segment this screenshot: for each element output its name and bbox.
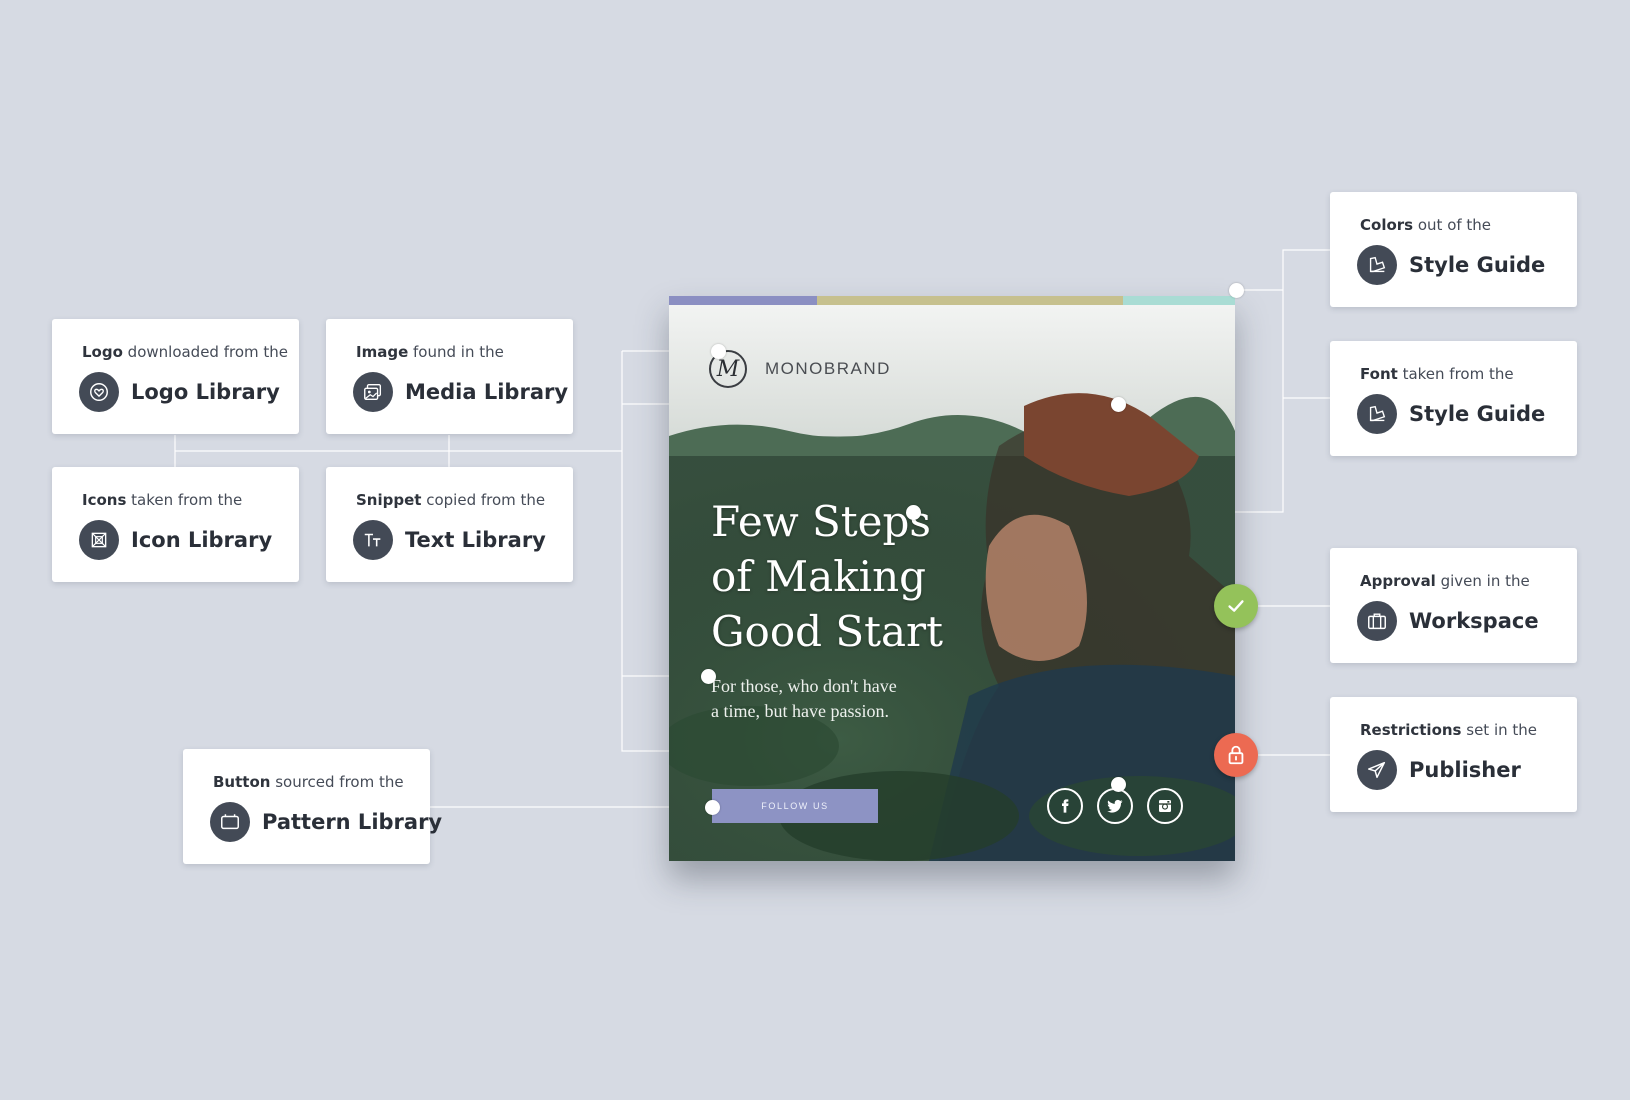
headline-line: of Making — [711, 552, 927, 601]
facebook-icon[interactable] — [1047, 788, 1083, 824]
style-guide-font-card[interactable]: Font taken from the Style Guide — [1330, 341, 1577, 456]
card-caption: sourced from the — [270, 773, 404, 791]
twitter-icon[interactable] — [1097, 788, 1133, 824]
card-title: Icon Library — [131, 528, 273, 552]
card-caption: given in the — [1435, 572, 1530, 590]
card-caption: out of the — [1413, 216, 1492, 234]
card-caption-bold: Button — [213, 773, 271, 791]
snippet-hotspot[interactable] — [701, 669, 716, 684]
heart-icon — [79, 372, 119, 412]
subline: For those, who don't have a time, but ha… — [711, 674, 971, 724]
colors-hotspot[interactable] — [1229, 283, 1244, 298]
card-caption: found in the — [408, 343, 504, 361]
subline-line: a time, but have passion. — [711, 701, 889, 721]
card-caption-bold: Icons — [82, 491, 127, 509]
window-icon — [210, 802, 250, 842]
icons-hotspot[interactable] — [1111, 777, 1126, 792]
card-caption-bold: Approval — [1360, 572, 1436, 590]
subline-line: For those, who don't have — [711, 676, 897, 696]
font-hotspot[interactable] — [906, 505, 921, 520]
palette-color-3 — [1123, 296, 1235, 305]
image-hotspot[interactable] — [1111, 397, 1126, 412]
card-caption-bold: Snippet — [356, 491, 422, 509]
card-caption-bold: Colors — [1360, 216, 1414, 234]
grid-icon — [79, 520, 119, 560]
image-icon — [353, 372, 393, 412]
text-library-card[interactable]: Snippet copied from the Text Library — [326, 467, 573, 582]
card-title: Publisher — [1409, 758, 1521, 782]
card-caption: copied from the — [421, 491, 546, 509]
card-title: Style Guide — [1409, 402, 1546, 426]
workspace-card[interactable]: Approval given in the Workspace — [1330, 548, 1577, 663]
media-library-card[interactable]: Image found in the Media Library — [326, 319, 573, 434]
card-caption: taken from the — [1397, 365, 1514, 383]
social-post-preview: M MONOBRAND Few Steps of Making Good Sta… — [669, 296, 1235, 861]
card-caption-bold: Image — [356, 343, 409, 361]
card-caption: downloaded from the — [122, 343, 289, 361]
headline: Few Steps of Making Good Start — [711, 494, 1011, 659]
palette-color-2 — [817, 296, 1123, 305]
logo-library-card[interactable]: Logo downloaded from the Logo Library — [52, 319, 299, 434]
text-icon — [353, 520, 393, 560]
card-caption: set in the — [1461, 721, 1538, 739]
headline-line: Good Start — [711, 607, 944, 656]
card-title: Style Guide — [1409, 253, 1546, 277]
approval-check-icon[interactable] — [1214, 584, 1258, 628]
briefcase-icon — [1357, 601, 1397, 641]
palette-color-1 — [669, 296, 817, 305]
card-caption-bold: Font — [1360, 365, 1398, 383]
pattern-library-card[interactable]: Button sourced from the Pattern Library — [183, 749, 442, 864]
headline-line: Few Steps — [711, 497, 931, 546]
icon-library-card[interactable]: Icons taken from the Icon Library — [52, 467, 299, 582]
logo-hotspot[interactable] — [711, 344, 726, 359]
card-caption-bold: Logo — [82, 343, 123, 361]
follow-us-button[interactable]: FOLLOW US — [712, 789, 878, 823]
swatch-icon — [1357, 245, 1397, 285]
card-title: Media Library — [405, 380, 569, 404]
card-caption: taken from the — [126, 491, 243, 509]
card-title: Logo Library — [131, 380, 280, 404]
card-title: Pattern Library — [262, 810, 443, 834]
swatch-icon — [1357, 394, 1397, 434]
brand-name: MONOBRAND — [765, 359, 891, 378]
card-title: Workspace — [1409, 609, 1539, 633]
card-title: Text Library — [405, 528, 546, 552]
button-hotspot[interactable] — [705, 800, 720, 815]
card-caption-bold: Restrictions — [1360, 721, 1462, 739]
paper-plane-icon — [1357, 750, 1397, 790]
lock-icon[interactable] — [1214, 733, 1258, 777]
instagram-icon[interactable] — [1147, 788, 1183, 824]
publisher-card[interactable]: Restrictions set in the Publisher — [1330, 697, 1577, 812]
style-guide-colors-card[interactable]: Colors out of the Style Guide — [1330, 192, 1577, 307]
